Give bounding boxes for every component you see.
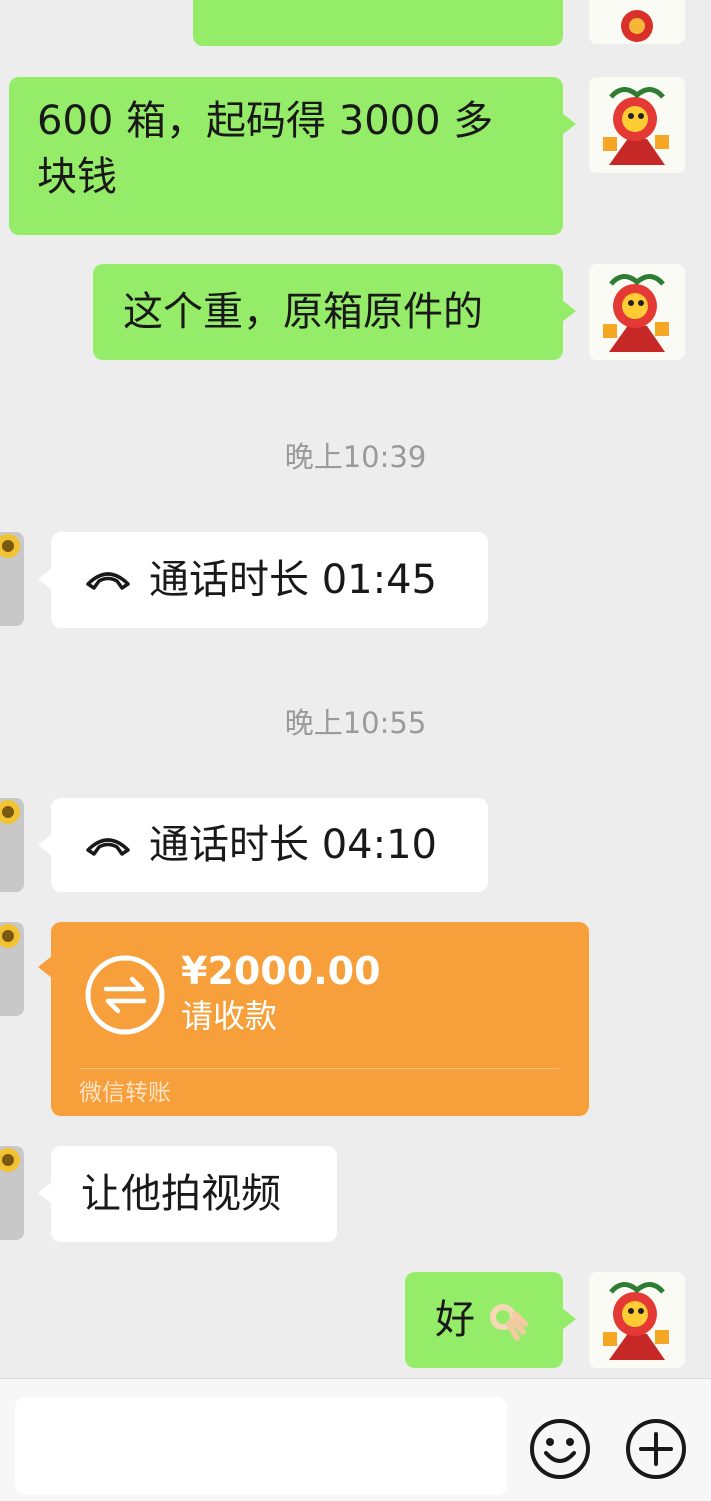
avatar-peer[interactable] (0, 532, 24, 626)
phone-hangup-icon (86, 572, 130, 590)
message-bubble-peer[interactable]: 让他拍视频 (38, 1146, 337, 1242)
avatar-image (603, 87, 669, 165)
avatar-peer[interactable] (0, 798, 24, 892)
avatar-image (0, 534, 20, 558)
call-record-bubble[interactable]: 通话时长 01:45 (38, 532, 488, 628)
avatar-image (0, 800, 20, 824)
message-bubble-self[interactable]: 600 箱，起码得 3000 多 块钱 (9, 77, 576, 235)
message-text: 这个重，原箱原件的 (123, 289, 483, 335)
avatar-image (603, 1282, 669, 1360)
avatar-self[interactable] (589, 1272, 685, 1368)
chat-input-bar (0, 1378, 711, 1501)
smiley-face-icon[interactable] (528, 1417, 592, 1481)
avatar-peer[interactable] (0, 922, 24, 1016)
ok-hand-emoji (490, 1304, 528, 1341)
transfer-card[interactable]: ¥2000.00 请收款 微信转账 (38, 922, 589, 1116)
message-bubble-self[interactable]: 好 (405, 1272, 576, 1368)
avatar-self-partial[interactable] (589, 0, 685, 44)
message-text: 好 (435, 1297, 475, 1343)
message-bubble-self[interactable]: 这个重，原箱原件的 (93, 264, 576, 360)
transfer-status: 请收款 (181, 997, 278, 1035)
avatar-self[interactable] (589, 264, 685, 360)
call-duration-text: 通话时长 04:10 (149, 822, 437, 868)
divider (79, 1068, 559, 1069)
avatar-peer[interactable] (0, 1146, 24, 1240)
timestamp: 晚上10:39 (284, 440, 427, 474)
timestamp: 晚上10:55 (284, 706, 427, 740)
transfer-amount: ¥2000.00 (181, 949, 381, 993)
avatar-image (0, 924, 20, 948)
message-text: 让他拍视频 (81, 1171, 281, 1217)
avatar-image (621, 10, 653, 42)
phone-hangup-icon (86, 838, 130, 856)
call-duration-text: 通话时长 01:45 (149, 557, 437, 603)
transfer-footer: 微信转账 (79, 1080, 171, 1106)
message-text: 600 箱，起码得 3000 多 块钱 (37, 98, 494, 200)
avatar-self[interactable] (589, 77, 685, 173)
avatar-image (603, 274, 669, 352)
plus-circle-icon[interactable] (624, 1417, 688, 1481)
message-input[interactable] (15, 1397, 507, 1495)
transfer-icon (85, 955, 165, 1035)
message-bubble-partial[interactable] (193, 0, 563, 46)
call-record-bubble[interactable]: 通话时长 04:10 (38, 798, 488, 892)
avatar-image (0, 1148, 20, 1172)
